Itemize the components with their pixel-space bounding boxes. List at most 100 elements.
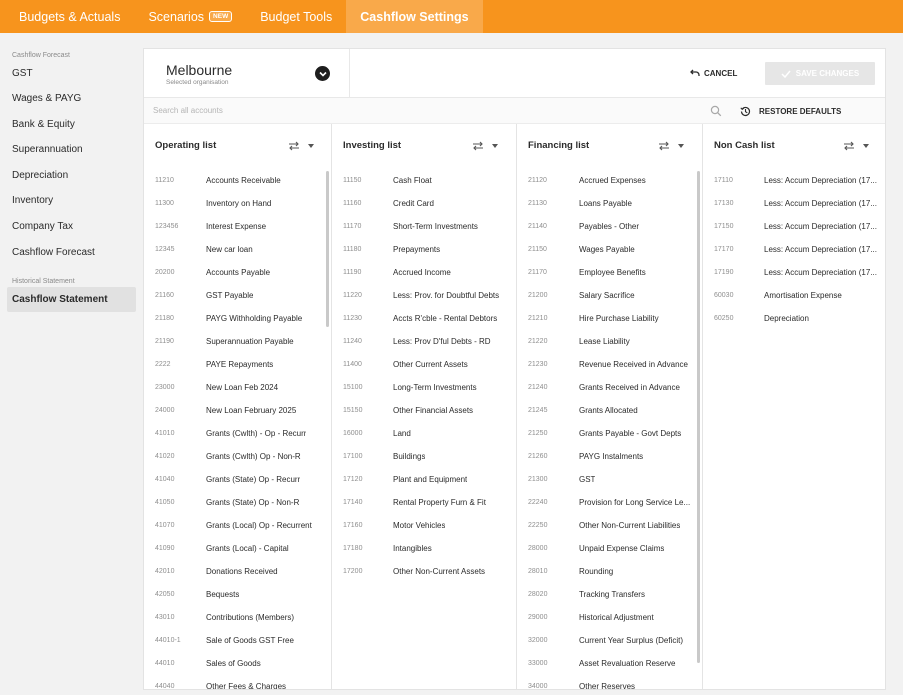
account-row[interactable]: 15100 Long-Term Investments — [332, 376, 516, 399]
account-row[interactable]: 34000 Other Reserves — [517, 675, 702, 689]
account-row[interactable]: 22250 Other Non-Current Liabilities — [517, 514, 702, 537]
search-input[interactable] — [144, 98, 729, 123]
sort-menu-button[interactable] — [652, 137, 698, 154]
account-row[interactable]: 33000 Asset Revaluation Reserve — [517, 652, 702, 675]
sort-menu-button[interactable] — [466, 137, 512, 154]
account-row[interactable]: 23000 New Loan Feb 2024 — [144, 376, 331, 399]
account-row[interactable]: 11190 Accrued Income — [332, 261, 516, 284]
account-row[interactable]: 44010-1 Sale of Goods GST Free — [144, 629, 331, 652]
account-row[interactable]: 21240 Grants Received in Advance — [517, 376, 702, 399]
account-row[interactable]: 28000 Unpaid Expense Claims — [517, 537, 702, 560]
account-row[interactable]: 41090 Grants (Local) - Capital — [144, 537, 331, 560]
account-row[interactable]: 21300 GST — [517, 468, 702, 491]
chevron-down-icon[interactable] — [315, 66, 330, 81]
account-row[interactable]: 21130 Loans Payable — [517, 192, 702, 215]
account-row[interactable]: 28010 Rounding — [517, 560, 702, 583]
account-row[interactable]: 42010 Donations Received — [144, 560, 331, 583]
account-row[interactable]: 20200 Accounts Payable — [144, 261, 331, 284]
scrollbar-thumb[interactable] — [697, 171, 700, 663]
account-row[interactable]: 44040 Other Fees & Charges — [144, 675, 331, 689]
account-row[interactable]: 17170 Less: Accum Depreciation (17... — [703, 238, 885, 261]
account-row[interactable]: 41020 Grants (Cwlth) Op - Non-R — [144, 445, 331, 468]
account-row[interactable]: 21160 GST Payable — [144, 284, 331, 307]
organisation-selector[interactable]: Melbourne Selected organisation — [144, 49, 350, 97]
account-row[interactable]: 11240 Less: Prov D'ful Debts - RD — [332, 330, 516, 353]
account-row[interactable]: 17160 Motor Vehicles — [332, 514, 516, 537]
sidebar-item-gst[interactable]: GST — [7, 61, 136, 86]
account-row[interactable]: 41010 Grants (Cwlth) - Op - Recurr — [144, 422, 331, 445]
account-row[interactable]: 41050 Grants (State) Op - Non-R — [144, 491, 331, 514]
restore-defaults-button[interactable]: RESTORE DEFAULTS — [740, 104, 841, 118]
cancel-button[interactable]: CANCEL — [690, 65, 737, 81]
tab-budget-tools[interactable]: Budget Tools — [246, 0, 346, 33]
account-row[interactable]: 21220 Lease Liability — [517, 330, 702, 353]
account-row[interactable]: 32000 Current Year Surplus (Deficit) — [517, 629, 702, 652]
tab-budgets-actuals[interactable]: Budgets & Actuals — [0, 0, 134, 33]
account-row[interactable]: 17100 Buildings — [332, 445, 516, 468]
account-row[interactable]: 44010 Sales of Goods — [144, 652, 331, 675]
tab-cashflow-settings[interactable]: Cashflow Settings — [346, 0, 483, 33]
sidebar-item-superannuation[interactable]: Superannuation — [7, 137, 136, 162]
scrollbar-thumb[interactable] — [326, 171, 329, 327]
account-row[interactable]: 17150 Less: Accum Depreciation (17... — [703, 215, 885, 238]
account-row[interactable]: 21170 Employee Benefits — [517, 261, 702, 284]
account-row[interactable]: 11160 Credit Card — [332, 192, 516, 215]
sidebar-item-inventory[interactable]: Inventory — [7, 188, 136, 213]
account-row[interactable]: 11230 Accts R'cble - Rental Debtors — [332, 307, 516, 330]
account-row[interactable]: 41070 Grants (Local) Op - Recurrent — [144, 514, 331, 537]
account-row[interactable]: 17140 Rental Property Furn & Fit — [332, 491, 516, 514]
account-row[interactable]: 21140 Payables - Other — [517, 215, 702, 238]
account-row[interactable]: 21200 Salary Sacrifice — [517, 284, 702, 307]
account-row[interactable]: 21150 Wages Payable — [517, 238, 702, 261]
account-row[interactable]: 29000 Historical Adjustment — [517, 606, 702, 629]
account-row[interactable]: 12345 New car loan — [144, 238, 331, 261]
account-row[interactable]: 60030 Amortisation Expense — [703, 284, 885, 307]
sidebar-item-bank-equity[interactable]: Bank & Equity — [7, 112, 136, 137]
account-row[interactable]: 16000 Land — [332, 422, 516, 445]
account-row[interactable]: 41040 Grants (State) Op - Recurr — [144, 468, 331, 491]
tab-scenarios[interactable]: Scenarios NEW — [134, 0, 246, 33]
sidebar-item-depreciation[interactable]: Depreciation — [7, 163, 136, 188]
account-row[interactable]: 11170 Short-Term Investments — [332, 215, 516, 238]
sidebar-item-company-tax[interactable]: Company Tax — [7, 214, 136, 239]
account-row[interactable]: 17130 Less: Accum Depreciation (17... — [703, 192, 885, 215]
account-row[interactable]: 11220 Less: Prov. for Doubtful Debts — [332, 284, 516, 307]
account-row[interactable]: 21260 PAYG Instalments — [517, 445, 702, 468]
account-row[interactable]: 42050 Bequests — [144, 583, 331, 606]
sidebar-item-cashflow-forecast[interactable]: Cashflow Forecast — [7, 240, 136, 265]
account-code: 20200 — [155, 269, 175, 276]
account-code: 21300 — [528, 476, 548, 483]
account-row[interactable]: 21190 Superannuation Payable — [144, 330, 331, 353]
sidebar-item-wages-payg[interactable]: Wages & PAYG — [7, 86, 136, 111]
account-row[interactable]: 21245 Grants Allocated — [517, 399, 702, 422]
account-row[interactable]: 17110 Less: Accum Depreciation (17... — [703, 169, 885, 192]
save-changes-button[interactable]: SAVE CHANGES — [765, 62, 875, 85]
account-row[interactable]: 21120 Accrued Expenses — [517, 169, 702, 192]
account-row[interactable]: 123456 Interest Expense — [144, 215, 331, 238]
account-row[interactable]: 24000 New Loan February 2025 — [144, 399, 331, 422]
account-row[interactable]: 43010 Contributions (Members) — [144, 606, 331, 629]
account-row[interactable]: 17180 Intangibles — [332, 537, 516, 560]
account-row[interactable]: 11300 Inventory on Hand — [144, 192, 331, 215]
account-row[interactable]: 11150 Cash Float — [332, 169, 516, 192]
account-row[interactable]: 2222 PAYE Repayments — [144, 353, 331, 376]
account-row[interactable]: 22240 Provision for Long Service Le... — [517, 491, 702, 514]
account-row[interactable]: 21230 Revenue Received in Advance — [517, 353, 702, 376]
account-row[interactable]: 15150 Other Financial Assets — [332, 399, 516, 422]
search-icon[interactable] — [710, 105, 722, 117]
account-row[interactable]: 28020 Tracking Transfers — [517, 583, 702, 606]
account-row[interactable]: 17120 Plant and Equipment — [332, 468, 516, 491]
account-row[interactable]: 17200 Other Non-Current Assets — [332, 560, 516, 583]
account-row[interactable]: 11400 Other Current Assets — [332, 353, 516, 376]
account-row[interactable]: 17190 Less: Accum Depreciation (17... — [703, 261, 885, 284]
sidebar-item-cashflow-statement[interactable]: Cashflow Statement — [7, 287, 136, 312]
account-row[interactable]: 21210 Hire Purchase Liability — [517, 307, 702, 330]
account-row[interactable]: 21250 Grants Payable - Govt Depts — [517, 422, 702, 445]
sort-menu-button[interactable] — [282, 137, 328, 154]
account-row[interactable]: 11210 Accounts Receivable — [144, 169, 331, 192]
account-row[interactable]: 60250 Depreciation — [703, 307, 885, 330]
account-row[interactable]: 21180 PAYG Withholding Payable — [144, 307, 331, 330]
account-code: 23000 — [155, 384, 175, 391]
account-row[interactable]: 11180 Prepayments — [332, 238, 516, 261]
sort-menu-button[interactable] — [837, 137, 883, 154]
